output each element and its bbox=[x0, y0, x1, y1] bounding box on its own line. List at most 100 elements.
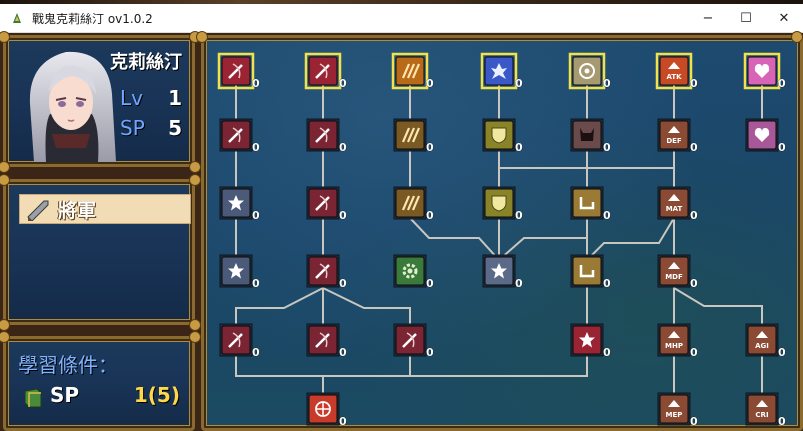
skill-link bbox=[586, 217, 675, 261]
sword-icon bbox=[27, 200, 49, 221]
skill-count: 0 bbox=[515, 209, 523, 222]
requirement-title: 學習條件： bbox=[18, 353, 118, 377]
skill-node[interactable]: 0 bbox=[568, 52, 611, 90]
skill-node[interactable]: 0 bbox=[219, 323, 260, 359]
window-title: 戰鬼克莉絲汀 ov1.0.2 bbox=[32, 11, 153, 26]
skill-node[interactable]: 0 bbox=[570, 323, 611, 359]
skill-node[interactable]: 0 bbox=[570, 186, 611, 222]
skill-node[interactable]: 0 bbox=[393, 323, 434, 359]
svg-text:MEP: MEP bbox=[666, 411, 683, 419]
skill-count: 0 bbox=[339, 209, 347, 222]
svg-text:CRI: CRI bbox=[755, 411, 768, 419]
skill-tree-panel: 0 0 0 0 0 ATK 0 0 0 0 0 0 0 DEF 0 0 0 0 0 0 0 MAT 0 0 0 0 0 0 MDF 0 0 0… bbox=[201, 35, 803, 431]
frame-ornament bbox=[791, 31, 803, 43]
skill-node[interactable]: 0 bbox=[743, 52, 786, 90]
svg-text:AGI: AGI bbox=[755, 342, 769, 350]
skill-node[interactable]: 0 bbox=[219, 118, 260, 154]
skill-count: 0 bbox=[603, 346, 611, 359]
skill-count: 0 bbox=[339, 77, 347, 90]
skill-count: 0 bbox=[426, 77, 434, 90]
skill-count: 0 bbox=[515, 77, 523, 90]
skill-link bbox=[235, 356, 324, 395]
skill-count: 0 bbox=[778, 346, 786, 359]
skill-link bbox=[322, 287, 411, 326]
skill-node[interactable]: 0 bbox=[482, 118, 523, 154]
class-panel: 將軍 bbox=[3, 179, 195, 325]
level-label: Lv bbox=[120, 86, 143, 110]
frame-ornament bbox=[0, 319, 10, 331]
frame-ornament bbox=[189, 331, 201, 343]
svg-text:MDF: MDF bbox=[665, 273, 683, 281]
skill-node[interactable]: 0 bbox=[306, 118, 347, 154]
skill-node[interactable]: 0 bbox=[306, 186, 347, 222]
close-button[interactable]: ✕ bbox=[765, 4, 803, 32]
skill-count: 0 bbox=[252, 209, 260, 222]
skill-node[interactable]: 0 bbox=[306, 392, 347, 428]
skill-node[interactable]: 0 bbox=[393, 186, 434, 222]
skill-count: 0 bbox=[339, 346, 347, 359]
svg-text:DEF: DEF bbox=[666, 137, 682, 145]
svg-text:MAT: MAT bbox=[666, 205, 683, 213]
skill-node[interactable]: 0 bbox=[219, 186, 260, 222]
skill-node[interactable]: 0 bbox=[482, 254, 523, 290]
skill-node[interactable]: MHP 0 bbox=[657, 323, 698, 359]
skill-node[interactable]: 0 bbox=[306, 254, 347, 290]
skill-node[interactable]: 0 bbox=[393, 118, 434, 154]
skill-node[interactable]: 0 bbox=[217, 52, 260, 90]
game-canvas: 克莉絲汀 Lv 1 SP 5 將軍 學習條件： SP 1(5) 0 0 0 0 0 ATK… bbox=[0, 31, 803, 431]
skill-count: 0 bbox=[603, 277, 611, 290]
character-name: 克莉絲汀 bbox=[110, 52, 182, 73]
skill-count: 0 bbox=[690, 209, 698, 222]
skill-node[interactable]: 0 bbox=[304, 52, 347, 90]
skill-node[interactable]: CRI 0 bbox=[745, 392, 786, 428]
requirement-label: SP bbox=[50, 383, 80, 407]
skill-link bbox=[409, 217, 500, 261]
skill-node[interactable]: 0 bbox=[482, 186, 523, 222]
character-panel: 克莉絲汀 Lv 1 SP 5 bbox=[3, 35, 195, 167]
window-controls: − ☐ ✕ bbox=[689, 4, 803, 32]
skill-node[interactable]: 0 bbox=[393, 254, 434, 290]
skill-node[interactable]: ATK 0 bbox=[655, 52, 698, 90]
skill-node[interactable]: MAT 0 bbox=[657, 186, 698, 222]
skill-node[interactable]: 0 bbox=[219, 254, 260, 290]
target-icon bbox=[315, 401, 331, 417]
skill-count: 0 bbox=[603, 209, 611, 222]
skill-link bbox=[673, 287, 763, 326]
skill-count: 0 bbox=[252, 141, 260, 154]
skill-node[interactable]: 0 bbox=[391, 52, 434, 90]
skill-node[interactable]: 0 bbox=[306, 323, 347, 359]
minimize-button[interactable]: − bbox=[689, 4, 727, 32]
skill-count: 0 bbox=[252, 346, 260, 359]
skill-node[interactable]: 0 bbox=[745, 118, 786, 154]
skill-node[interactable]: 0 bbox=[570, 118, 611, 154]
skill-count: 0 bbox=[515, 277, 523, 290]
frame-ornament bbox=[189, 161, 201, 173]
skill-node[interactable]: MEP 0 bbox=[657, 392, 698, 428]
window-titlebar: 戰鬼克莉絲汀 ov1.0.2 − ☐ ✕ bbox=[0, 4, 803, 33]
frame-ornament bbox=[189, 319, 201, 331]
skill-count: 0 bbox=[339, 141, 347, 154]
skill-node[interactable]: 0 bbox=[570, 254, 611, 290]
shield-icon bbox=[491, 195, 507, 212]
class-item-general[interactable]: 將軍 bbox=[19, 194, 191, 224]
frame-ornament bbox=[196, 31, 208, 43]
skill-node[interactable]: MDF 0 bbox=[657, 254, 698, 290]
maximize-button[interactable]: ☐ bbox=[727, 4, 765, 32]
skill-count: 0 bbox=[778, 415, 786, 428]
skill-count: 0 bbox=[603, 77, 611, 90]
skill-node[interactable]: 0 bbox=[480, 52, 523, 90]
level-value: 1 bbox=[168, 86, 182, 110]
skill-tree-canvas: 0 0 0 0 0 ATK 0 0 0 0 0 0 0 DEF 0 0 0 0 0 0 0 MAT 0 0 0 0 0 0 MDF 0 0 0… bbox=[217, 52, 786, 428]
skill-count: 0 bbox=[690, 346, 698, 359]
skill-count: 0 bbox=[690, 415, 698, 428]
class-name: 將軍 bbox=[58, 199, 97, 222]
sp-value: 5 bbox=[168, 116, 182, 140]
node-tile bbox=[572, 256, 602, 286]
skill-node[interactable]: DEF 0 bbox=[657, 118, 698, 154]
frame-ornament bbox=[189, 174, 201, 186]
app-icon bbox=[13, 13, 21, 23]
skill-count: 0 bbox=[252, 277, 260, 290]
svg-text:MHP: MHP bbox=[665, 342, 683, 350]
skill-count: 0 bbox=[426, 277, 434, 290]
skill-node[interactable]: AGI 0 bbox=[745, 323, 786, 359]
